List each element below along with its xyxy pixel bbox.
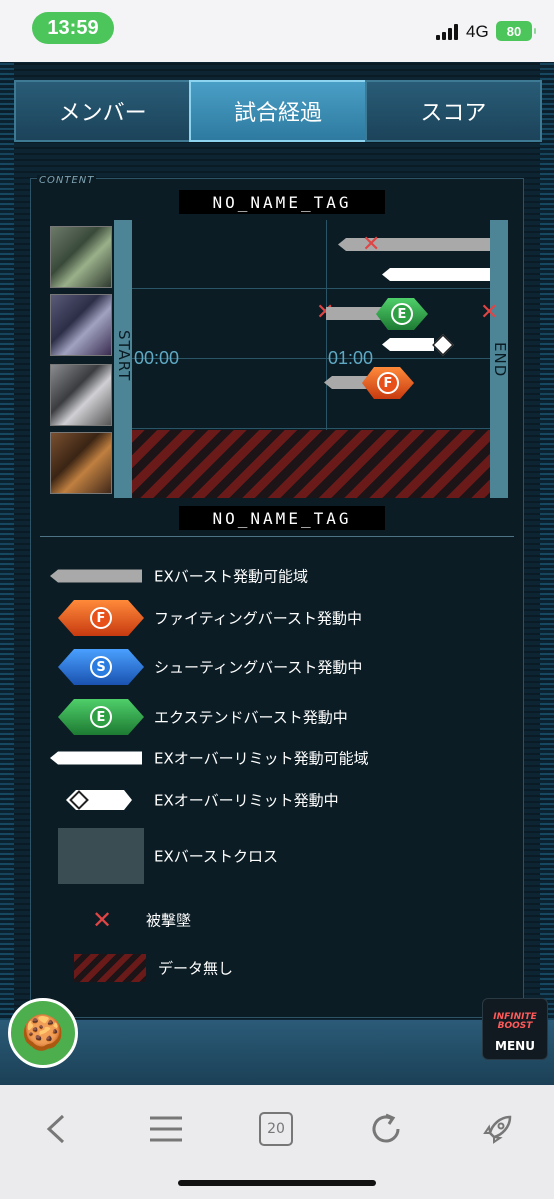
- player-3-avatar[interactable]: [50, 364, 112, 426]
- no-data-hatch: [132, 430, 490, 498]
- battery-icon: 80: [496, 21, 536, 41]
- extend-burst-icon: E: [58, 699, 144, 735]
- bottom-name-tag: NO_NAME_TAG: [179, 506, 385, 530]
- burst-letter: S: [90, 656, 112, 678]
- end-label: END: [491, 342, 509, 378]
- reload-icon: [372, 1113, 400, 1143]
- burst-letter: F: [90, 607, 112, 629]
- menu-list-button[interactable]: [136, 1099, 196, 1159]
- signal-icon: [436, 24, 460, 40]
- time-label-0: 00:00: [134, 348, 180, 368]
- status-time: 13:59: [32, 12, 114, 44]
- x-mark-icon: ✕: [92, 906, 113, 934]
- downed-x-icon: ✕: [362, 232, 381, 257]
- menu-button[interactable]: INFINITE BOOST MENU: [482, 998, 548, 1060]
- fighting-burst-marker-icon: F: [362, 367, 414, 399]
- legend-no-data: データ無し: [50, 948, 500, 988]
- legend-ex-burst-available: EXバースト発動可能域: [50, 556, 500, 596]
- divider: [40, 536, 514, 537]
- legend-downed: ✕ 被撃墜: [50, 900, 500, 940]
- legend-label: ファイティングバースト発動中: [154, 609, 363, 628]
- legend-label: EXバーストクロス: [154, 847, 279, 866]
- gray-bar-icon: [50, 569, 142, 583]
- cross-box-icon: [58, 828, 144, 884]
- grid-line: [132, 428, 490, 429]
- burst-letter: E: [90, 706, 112, 728]
- left-stripe: [0, 62, 14, 1085]
- white-bar-icon: [50, 751, 142, 765]
- content-label: CONTENT: [37, 175, 97, 186]
- over-limit-active-marker-icon: [432, 334, 454, 356]
- legend-label: EXバースト発動可能域: [154, 567, 309, 586]
- menu-label: MENU: [495, 1039, 535, 1053]
- launch-button[interactable]: [468, 1099, 528, 1159]
- legend-burst-cross: EXバーストクロス: [50, 828, 500, 884]
- list-icon: [150, 1116, 182, 1142]
- legend-label: 被撃墜: [146, 911, 192, 930]
- legend-over-limit-active: EXオーバーリミット発動中: [50, 780, 500, 820]
- over-limit-available-bar: [382, 268, 490, 281]
- back-button[interactable]: [26, 1099, 86, 1159]
- legend-label: EXオーバーリミット発動中: [154, 791, 339, 810]
- hatch-icon: [74, 954, 146, 982]
- downed-x-icon: ✕: [480, 300, 499, 325]
- reload-button[interactable]: [356, 1099, 416, 1159]
- cookie-icon: 🍪: [21, 1013, 65, 1053]
- start-bar: START: [114, 220, 133, 498]
- tabs-button[interactable]: 20: [246, 1099, 306, 1159]
- grid-line: [132, 288, 490, 289]
- legend-label: エクステンドバースト発動中: [154, 708, 348, 727]
- top-name-tag: NO_NAME_TAG: [179, 190, 385, 214]
- ex-burst-available-bar: [338, 238, 490, 251]
- grid-line: [132, 358, 490, 359]
- status-bar: 13:59 4G 80: [0, 0, 554, 62]
- bottom-strip: [0, 1020, 554, 1085]
- player-thumbnails: [48, 220, 114, 500]
- shooting-burst-icon: S: [58, 649, 144, 685]
- rocket-icon: [483, 1115, 512, 1144]
- tab-count: 20: [259, 1112, 293, 1146]
- over-limit-available-bar: [382, 338, 434, 351]
- right-stripe: [540, 62, 554, 1085]
- legend-shooting-burst: S シューティングバースト発動中: [50, 647, 500, 687]
- home-indicator: [178, 1180, 376, 1186]
- tab-score[interactable]: スコア: [364, 80, 542, 142]
- start-label: START: [115, 330, 133, 382]
- end-bar: END: [490, 220, 509, 498]
- player-1-avatar[interactable]: [50, 226, 112, 288]
- player-2-avatar[interactable]: [50, 294, 112, 356]
- legend-label: シューティングバースト発動中: [154, 658, 363, 677]
- fighting-burst-icon: F: [58, 600, 144, 636]
- network-type: 4G: [466, 22, 489, 41]
- match-timeline: START END 00:00 01:00 ✕ ✕ E ✕ F: [48, 220, 509, 500]
- timeline-grid: START END 00:00 01:00 ✕ ✕ E ✕ F: [114, 220, 509, 498]
- time-label-1: 01:00: [328, 348, 374, 368]
- legend-fighting-burst: F ファイティングバースト発動中: [50, 598, 500, 638]
- back-icon: [46, 1114, 65, 1144]
- player-4-avatar[interactable]: [50, 432, 112, 494]
- legend-label: EXオーバーリミット発動可能域: [154, 749, 369, 768]
- legend-label: データ無し: [158, 959, 234, 978]
- legend-extend-burst: E エクステンドバースト発動中: [50, 697, 500, 737]
- tab-members[interactable]: メンバー: [14, 80, 192, 142]
- tab-match-progress[interactable]: 試合経過: [189, 80, 367, 142]
- game-logo: INFINITE BOOST: [493, 1012, 537, 1031]
- legend-over-limit-available: EXオーバーリミット発動可能域: [50, 738, 500, 778]
- burst-letter: E: [391, 303, 413, 325]
- tab-bar: メンバー 試合経過 スコア: [14, 80, 542, 142]
- burst-letter: F: [377, 372, 399, 394]
- cookie-settings-button[interactable]: 🍪: [8, 998, 78, 1068]
- extend-burst-marker-icon: E: [376, 298, 428, 330]
